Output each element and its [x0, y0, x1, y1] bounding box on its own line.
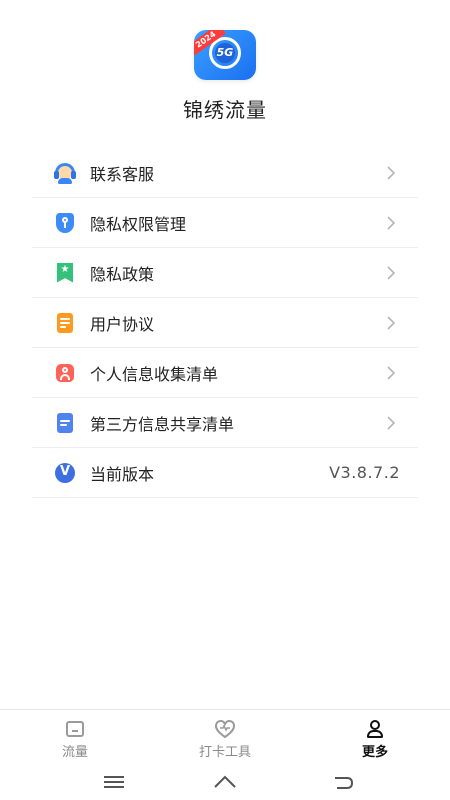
menu-item-contact-support[interactable]: 联系客服: [32, 148, 418, 198]
menu-icon[interactable]: [102, 773, 126, 791]
tab-traffic[interactable]: 流量: [0, 710, 150, 766]
menu-item-third-party-sharing[interactable]: 第三方信息共享清单: [32, 398, 418, 448]
menu-item-label: 个人信息收集清单: [90, 364, 219, 384]
app-logo: 5G 2024: [194, 30, 256, 80]
version-icon: V: [54, 462, 76, 484]
system-nav-bar: [0, 765, 450, 800]
app-title: 锦绣流量: [183, 98, 267, 122]
menu-item-user-agreement[interactable]: 用户协议: [32, 298, 418, 348]
menu-item-privacy-policy[interactable]: ★ 隐私政策: [32, 248, 418, 298]
version-value: V3.8.7.2: [329, 463, 400, 482]
chevron-right-icon: [387, 165, 396, 180]
menu-item-personal-info-list[interactable]: 个人信息收集清单: [32, 348, 418, 398]
tab-label: 打卡工具: [198, 745, 251, 760]
ribbon-star-icon: ★: [54, 262, 76, 284]
menu-item-label: 隐私权限管理: [90, 214, 187, 234]
person-icon: [54, 362, 76, 384]
chevron-right-icon: [387, 215, 396, 230]
menu-item-label: 隐私政策: [90, 264, 155, 284]
home-icon: [64, 719, 86, 739]
chevron-right-icon: [387, 315, 396, 330]
back-icon[interactable]: [331, 773, 355, 791]
menu-item-label: 联系客服: [90, 164, 155, 184]
chevron-right-icon: [387, 365, 396, 380]
user-icon: [364, 719, 386, 739]
document-icon: [54, 312, 76, 334]
menu-item-label: 用户协议: [90, 314, 155, 334]
shield-icon: [54, 212, 76, 234]
menu-item-privacy-permissions[interactable]: 隐私权限管理: [32, 198, 418, 248]
tab-checkin-tools[interactable]: 打卡工具: [150, 710, 300, 766]
menu-item-label: 当前版本: [90, 464, 155, 484]
bottom-tab-bar: 流量 打卡工具 更多: [0, 709, 450, 766]
chevron-right-icon: [387, 415, 396, 430]
menu-item-label: 第三方信息共享清单: [90, 414, 235, 434]
headset-icon: [54, 162, 76, 184]
file-list-icon: [54, 412, 76, 434]
home-nav-icon[interactable]: [213, 773, 237, 791]
chevron-right-icon: [387, 265, 396, 280]
app-header: 5G 2024 锦绣流量: [0, 0, 450, 140]
tab-label: 流量: [61, 745, 88, 760]
tab-more[interactable]: 更多: [300, 710, 450, 766]
menu-item-current-version: V 当前版本 V3.8.7.2: [32, 448, 418, 498]
heart-icon: [214, 719, 236, 739]
settings-menu: 联系客服 隐私权限管理 ★ 隐私政策 用户协议 个人信息收集清单 第三方信息共享…: [32, 148, 418, 498]
tab-label: 更多: [361, 745, 388, 760]
